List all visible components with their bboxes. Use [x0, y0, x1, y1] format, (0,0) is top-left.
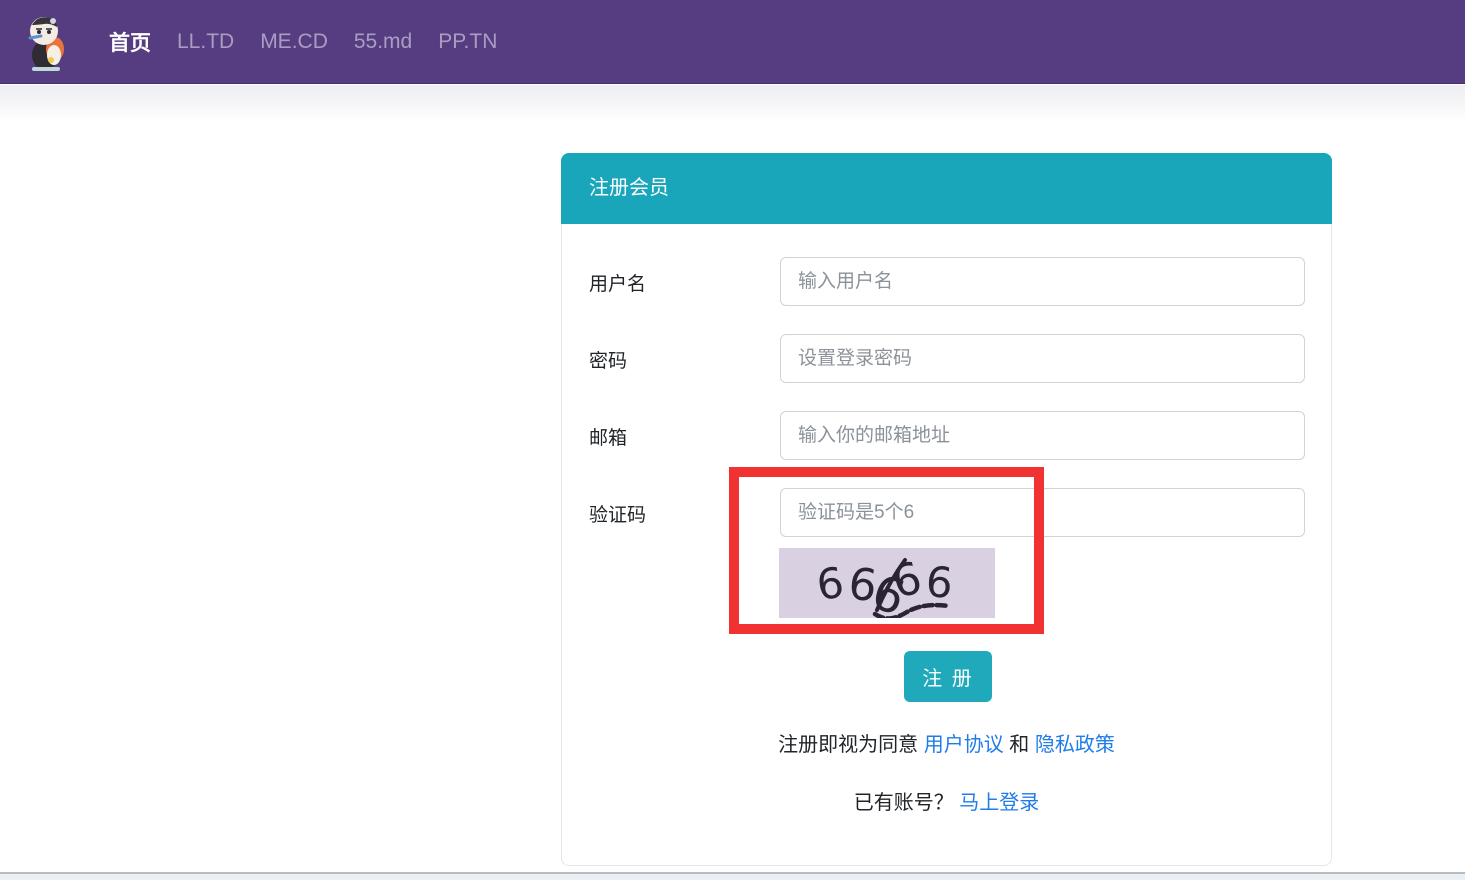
captcha-label: 验证码 [589, 500, 749, 527]
email-input[interactable] [780, 411, 1305, 460]
password-label: 密码 [589, 346, 749, 373]
navbar-shadow [0, 85, 1465, 123]
register-page: 首页 LL.TD ME.CD 55.md PP.TN 注册会员 用户名 密码 邮… [0, 0, 1465, 880]
svg-text:6: 6 [924, 557, 954, 608]
captcha-image[interactable]: 6 6 6 6 6 [779, 548, 995, 618]
nav-item-pp-tn[interactable]: PP.TN [425, 20, 510, 64]
login-text: 已有账号？ 马上登录 [562, 786, 1331, 815]
window-bottom-edge [0, 872, 1465, 880]
agreement-connector: 和 [1004, 734, 1035, 756]
nav-item-me-cd[interactable]: ME.CD [247, 20, 341, 64]
privacy-link[interactable]: 隐私政策 [1035, 734, 1115, 756]
terms-link[interactable]: 用户协议 [924, 734, 1004, 756]
login-prefix: 已有账号？ [854, 792, 960, 814]
username-input[interactable] [780, 257, 1305, 306]
nav-item-55-md[interactable]: 55.md [341, 20, 425, 64]
register-card: 注册会员 用户名 密码 邮箱 验证码 6 6 6 6 6 注 册 注册即视为同意… [561, 153, 1332, 866]
mascot-logo-icon[interactable] [24, 11, 70, 73]
nav-links: 首页 LL.TD ME.CD 55.md PP.TN [96, 17, 510, 67]
nav-item-home[interactable]: 首页 [96, 17, 164, 67]
username-label: 用户名 [589, 269, 749, 296]
password-input[interactable] [780, 334, 1305, 383]
card-title: 注册会员 [561, 153, 1332, 224]
agreement-text: 注册即视为同意 用户协议 和 隐私政策 [562, 728, 1331, 757]
nav-item-ll-td[interactable]: LL.TD [164, 20, 247, 64]
top-navbar: 首页 LL.TD ME.CD 55.md PP.TN [0, 0, 1465, 84]
register-button[interactable]: 注 册 [904, 651, 992, 702]
email-label: 邮箱 [589, 423, 749, 450]
login-link[interactable]: 马上登录 [959, 792, 1039, 814]
agreement-prefix: 注册即视为同意 [778, 734, 924, 756]
captcha-input[interactable] [780, 488, 1305, 537]
